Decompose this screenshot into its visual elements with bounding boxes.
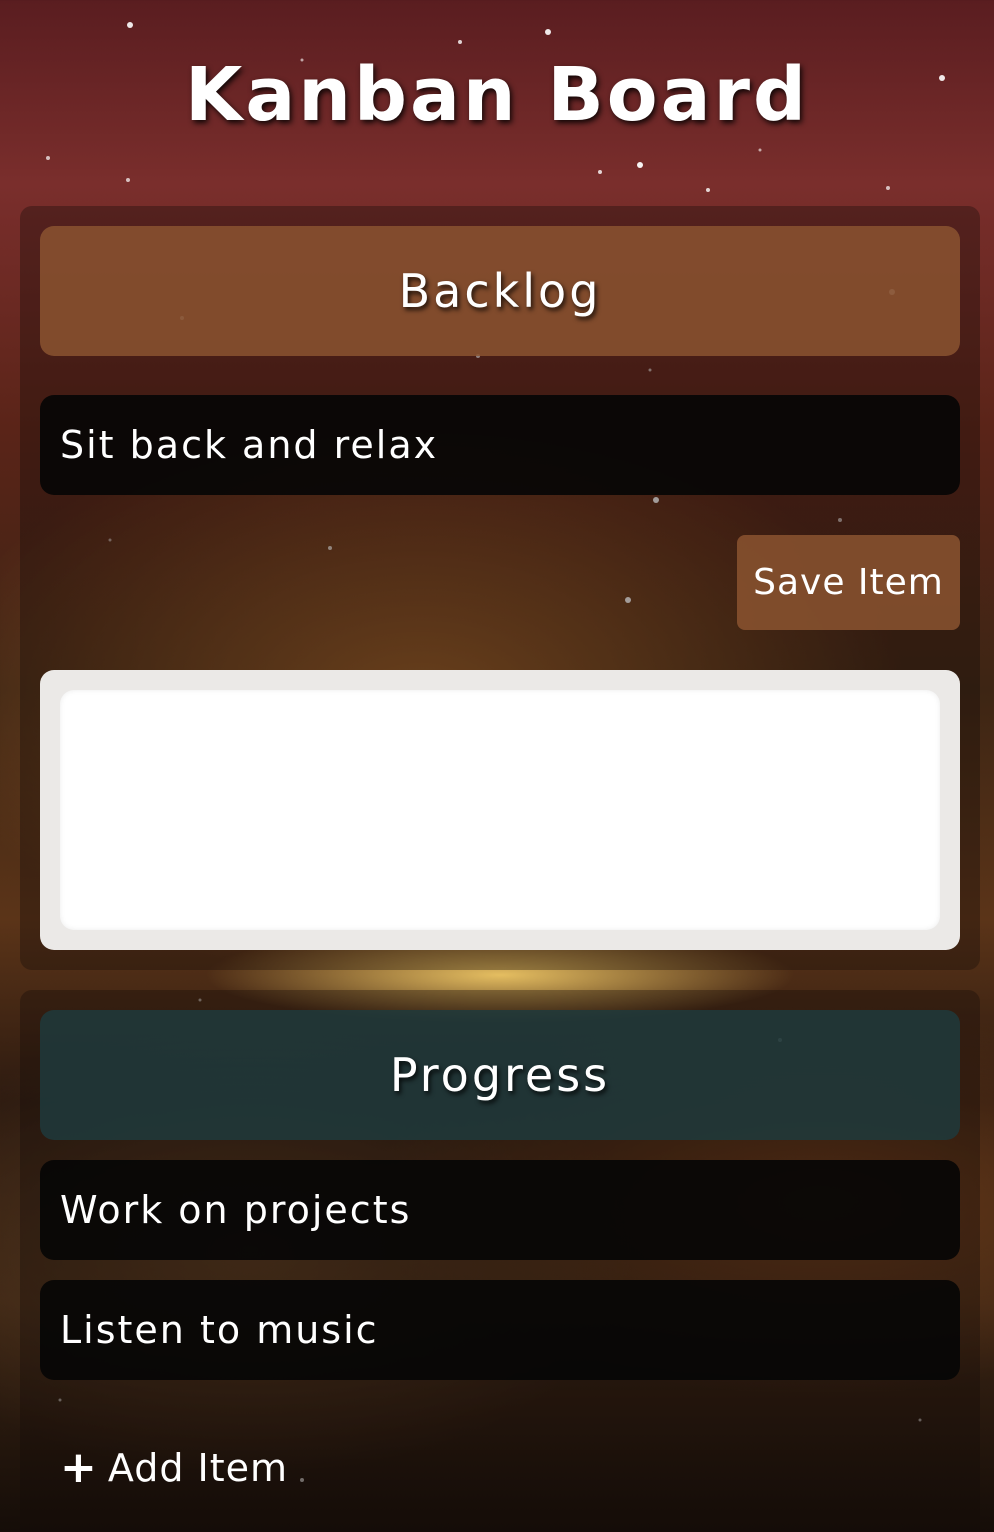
save-item-button[interactable]: Save Item: [737, 535, 960, 630]
progress-item[interactable]: Work on projects: [40, 1160, 960, 1260]
backlog-header: Backlog: [40, 226, 960, 356]
page-title: Kanban Board: [185, 52, 809, 138]
progress-header: Progress: [40, 1010, 960, 1140]
add-item-label: Add Item: [107, 1446, 289, 1490]
backlog-item[interactable]: Sit back and relax: [40, 395, 960, 495]
progress-column: Progress Work on projects Listen to musi…: [20, 990, 980, 1532]
add-item-container: [40, 670, 960, 950]
add-item-button[interactable]: + Add Item: [60, 1438, 288, 1498]
plus-icon: +: [60, 1442, 98, 1493]
backlog-column: Backlog Sit back and relax Save Item: [20, 206, 980, 970]
new-item-textarea[interactable]: [60, 690, 940, 930]
progress-item[interactable]: Listen to music: [40, 1280, 960, 1380]
